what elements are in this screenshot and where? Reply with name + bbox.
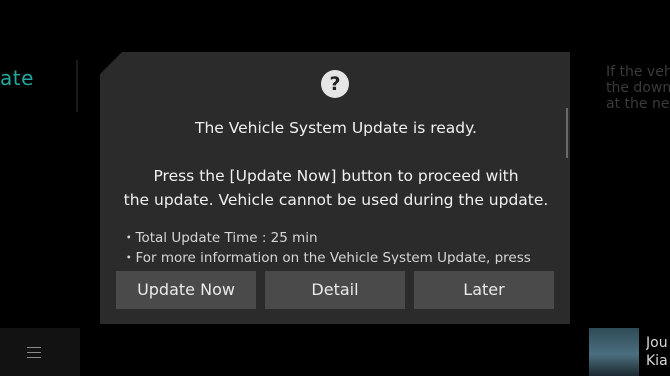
later-button[interactable]: Later <box>414 271 554 309</box>
media-thumbnail[interactable] <box>589 328 639 376</box>
background-title-fragment: ate <box>0 66 34 90</box>
question-icon: ? <box>321 70 349 98</box>
dialog-message-line-2: the update. Vehicle cannot be used durin… <box>123 191 549 209</box>
background-divider <box>76 60 78 112</box>
dialog-title: The Vehicle System Update is ready. <box>194 119 477 137</box>
update-now-button[interactable]: Update Now <box>116 271 256 309</box>
dialog-content[interactable]: The Vehicle System Update is ready. Pres… <box>114 108 558 264</box>
dialog-bullets: ・Total Update Time : 25 min ・For more in… <box>114 228 558 264</box>
detail-button[interactable]: Detail <box>265 271 405 309</box>
menu-icon[interactable] <box>27 347 41 358</box>
dialog-message-line-1: Press the [Update Now] button to proceed… <box>153 167 519 185</box>
background-info-text: If the vehi the down at the ne <box>606 64 670 112</box>
media-title[interactable]: Jou Kia <box>646 334 670 370</box>
dialog-scrollbar[interactable] <box>566 108 568 158</box>
bullet-update-time: ・Total Update Time : 25 min <box>122 230 318 246</box>
bullet-more-info: ・For more information on the Vehicle Sys… <box>122 250 531 264</box>
